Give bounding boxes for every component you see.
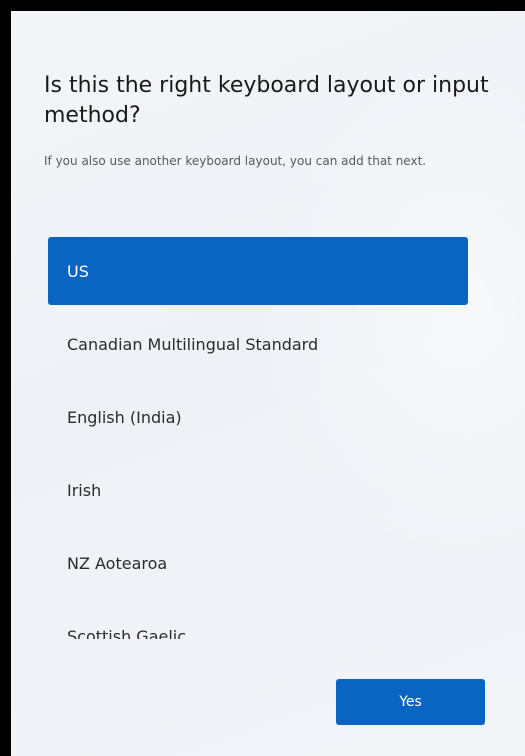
page-title: Is this the right keyboard layout or inp…: [44, 73, 489, 128]
layout-item-label: English (India): [67, 407, 182, 427]
layout-item-scottish-gaelic[interactable]: Scottish Gaelic: [48, 602, 468, 640]
layout-item-canadian-multilingual-standard[interactable]: Canadian Multilingual Standard: [48, 310, 468, 378]
layout-item-label: Canadian Multilingual Standard: [67, 334, 319, 354]
layout-item-us[interactable]: US: [48, 237, 468, 305]
keyboard-layout-list[interactable]: US Canadian Multilingual Standard Englis…: [48, 237, 468, 639]
window-frame: Is this the right keyboard layout or inp…: [0, 0, 525, 756]
page-subtitle: If you also use another keyboard layout,…: [44, 154, 427, 168]
setup-panel: Is this the right keyboard layout or inp…: [11, 11, 525, 756]
yes-button[interactable]: Yes: [336, 679, 485, 725]
layout-item-label: Irish: [67, 480, 102, 500]
layout-item-label: Scottish Gaelic: [67, 626, 187, 640]
layout-item-irish[interactable]: Irish: [48, 456, 468, 524]
layout-item-label: NZ Aotearoa: [67, 553, 168, 573]
layout-item-label: US: [67, 261, 89, 281]
layout-item-nz-aotearoa[interactable]: NZ Aotearoa: [48, 529, 468, 597]
layout-item-english-india[interactable]: English (India): [48, 383, 468, 451]
